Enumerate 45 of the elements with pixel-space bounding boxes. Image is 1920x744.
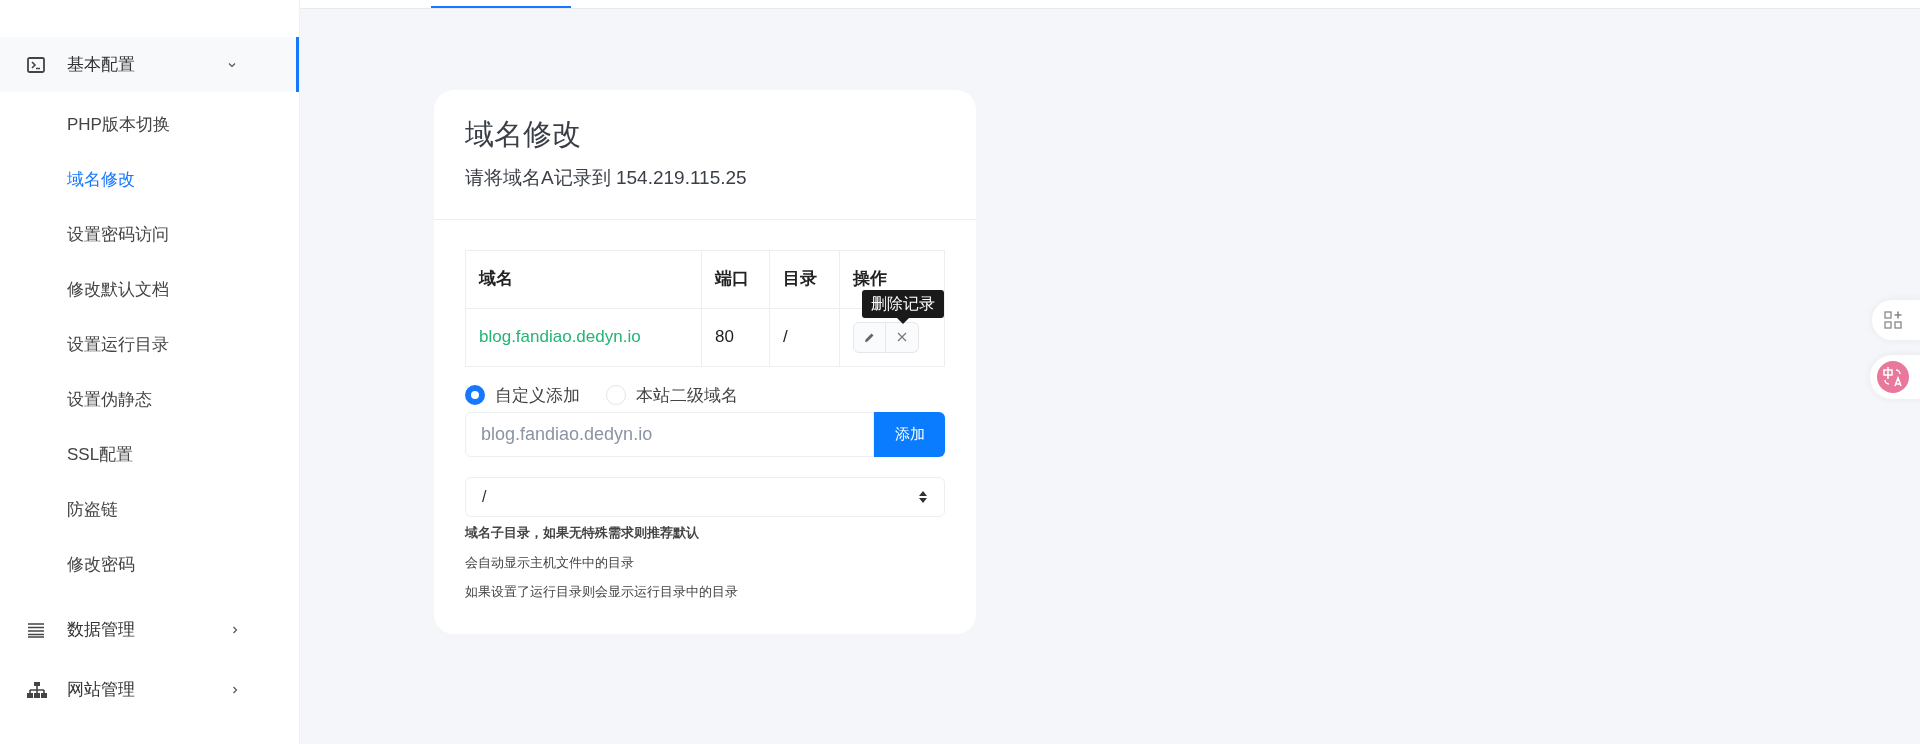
chevron-right-icon — [231, 685, 239, 694]
card-title: 域名修改 — [465, 117, 582, 152]
floating-button[interactable] — [1872, 300, 1920, 340]
radio-label: 本站二级域名 — [636, 384, 738, 407]
terminal-icon — [27, 56, 45, 73]
column-header: 域名 — [465, 250, 702, 308]
radio-button[interactable] — [465, 385, 485, 406]
sidebar-item[interactable]: 修改密码 — [67, 551, 135, 578]
help-text: 如果设置了运行目录则会显示运行目录中的目录 — [465, 583, 739, 601]
sort-caret-icon — [918, 490, 928, 504]
card-subtitle: 请将域名A记录到 154.219.115.25 — [465, 166, 748, 190]
sidebar-item[interactable]: SSL配置 — [67, 441, 134, 468]
help-text: 会自动显示主机文件中的目录 — [465, 553, 635, 572]
port-cell: 80 — [701, 308, 770, 366]
help-text: 域名子目录，如果无特殊需求则推荐默认 — [465, 524, 700, 542]
sidebar-item[interactable]: 域名修改 — [67, 166, 135, 193]
radio-label: 自定义添加 — [495, 384, 580, 407]
column-header: 目录 — [769, 250, 840, 308]
edit-button[interactable] — [853, 321, 886, 353]
sitemap-icon — [27, 681, 47, 698]
domain-cell: blog.fandiao.dedyn.io — [465, 308, 702, 366]
sidebar-group[interactable]: 基本配置 — [0, 37, 299, 92]
close-icon — [897, 332, 907, 342]
apps-add-icon — [1884, 311, 1902, 329]
sidebar-group[interactable]: 数据管理 — [0, 602, 299, 657]
list-icon — [27, 621, 45, 638]
delete-button[interactable] — [886, 321, 919, 353]
pencil-icon — [864, 331, 875, 343]
sidebar-item[interactable]: 防盗链 — [67, 496, 118, 523]
sidebar-group[interactable]: 网站管理 — [0, 662, 299, 717]
column-header: 端口 — [701, 250, 770, 308]
sidebar-item[interactable]: 设置运行目录 — [67, 331, 169, 358]
chevron-down-icon — [228, 60, 236, 69]
tooltip: 删除记录 — [862, 289, 944, 324]
translate-button[interactable] — [1870, 355, 1920, 399]
directory-select[interactable]: / — [465, 477, 945, 517]
sidebar-item[interactable]: 修改默认文档 — [67, 276, 169, 303]
directory-cell: / — [769, 308, 840, 366]
domain-input[interactable]: blog.fandiao.dedyn.io — [465, 412, 874, 457]
sidebar-item[interactable]: 设置密码访问 — [67, 221, 169, 248]
sidebar-item[interactable]: 设置伪静态 — [67, 386, 152, 413]
sidebar-item[interactable]: PHP版本切换 — [67, 111, 170, 138]
add-button[interactable]: 添加 — [874, 412, 945, 457]
translate-icon — [1877, 361, 1909, 393]
chevron-right-icon — [231, 625, 239, 634]
